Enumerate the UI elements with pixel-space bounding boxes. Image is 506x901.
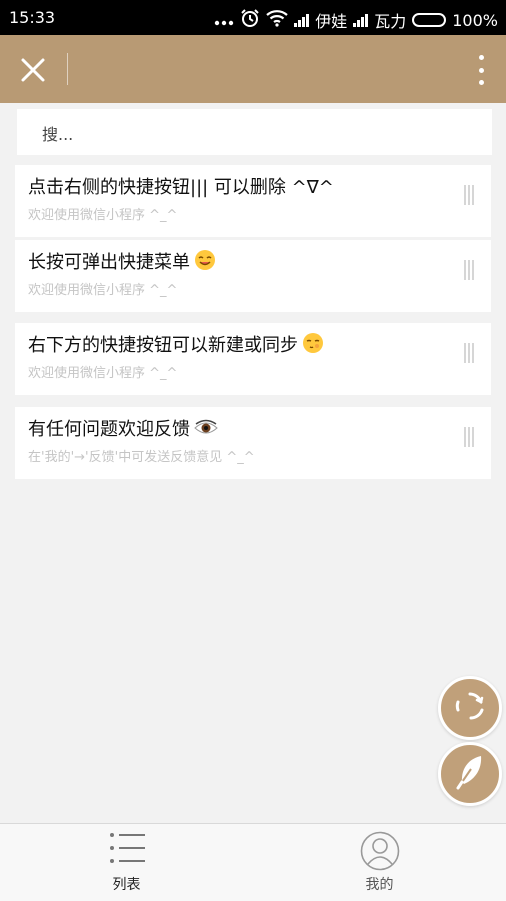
list-item-subtitle: 欢迎使用微信小程序 ^_^	[28, 283, 178, 298]
signal-icon-1	[294, 13, 310, 27]
search-input[interactable]: 搜...	[17, 109, 492, 155]
list-item-subtitle: 欢迎使用微信小程序 ^_^	[28, 366, 178, 381]
smiling-face-emoji	[194, 249, 216, 276]
list-item[interactable]: 点击右侧的快捷按钮||| 可以删除 ^∇^ 欢迎使用微信小程序 ^_^	[15, 165, 491, 237]
more-vertical-icon[interactable]	[476, 55, 486, 85]
sync-button[interactable]	[438, 676, 502, 740]
drag-handle-icon[interactable]	[464, 185, 474, 205]
more-dots-icon	[214, 11, 234, 30]
topbar-divider	[67, 53, 68, 85]
profile-icon	[360, 831, 400, 875]
battery-level: 100%	[452, 10, 498, 30]
list-item-title: 长按可弹出快捷菜单	[28, 248, 216, 276]
list-item-title: 右下方的快捷按钮可以新建或同步	[28, 331, 324, 359]
battery-icon	[412, 13, 447, 27]
tab-list[interactable]: 列表	[0, 824, 253, 901]
list-item-subtitle: 在'我的'→'反馈'中可发送反馈意见 ^_^	[28, 450, 255, 465]
drag-handle-icon[interactable]	[464, 260, 474, 280]
alarm-icon	[240, 8, 260, 32]
close-icon[interactable]	[20, 57, 46, 83]
list-item[interactable]: 长按可弹出快捷菜单 欢迎使用微信小程序 ^_^	[15, 240, 491, 312]
eye-emoji	[194, 418, 218, 443]
list-item-subtitle: 欢迎使用微信小程序 ^_^	[28, 208, 178, 223]
status-time: 15:33	[9, 8, 56, 27]
list-icon	[109, 831, 145, 869]
status-bar: 15:33 伊娃 瓦力 100%	[0, 0, 506, 35]
list-item-title: 点击右侧的快捷按钮||| 可以删除 ^∇^	[28, 177, 334, 198]
status-icons: 伊娃 瓦力 100%	[214, 8, 498, 32]
top-bar	[0, 35, 506, 103]
wifi-icon	[266, 9, 288, 31]
new-note-button[interactable]	[438, 742, 502, 806]
drag-handle-icon[interactable]	[464, 427, 474, 447]
list-item-title: 有任何问题欢迎反馈	[28, 415, 218, 443]
carrier-2: 瓦力	[374, 12, 407, 31]
signal-icon-2	[353, 13, 369, 27]
tab-profile-label: 我的	[365, 877, 394, 893]
list-item[interactable]: 有任何问题欢迎反馈 在'我的'→'反馈'中可发送反馈意见 ^_^	[15, 407, 491, 479]
search-placeholder: 搜...	[42, 125, 74, 144]
blushing-face-emoji	[302, 332, 324, 359]
tab-bar: 列表 我的	[0, 823, 506, 901]
tab-list-label: 列表	[112, 877, 141, 893]
drag-handle-icon[interactable]	[464, 343, 474, 363]
feather-icon	[454, 754, 486, 794]
list-item[interactable]: 右下方的快捷按钮可以新建或同步 欢迎使用微信小程序 ^_^	[15, 323, 491, 395]
sync-icon	[453, 689, 487, 727]
carrier-1: 伊娃	[315, 12, 348, 31]
tab-profile[interactable]: 我的	[253, 824, 506, 901]
